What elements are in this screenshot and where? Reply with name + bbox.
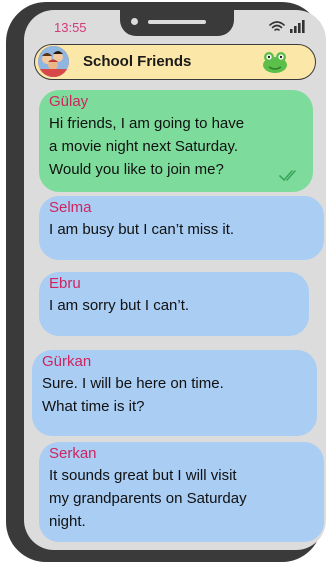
- sender-name: Gürkan: [42, 353, 92, 370]
- sender-name: Gülay: [49, 93, 89, 110]
- signal-icon: [290, 20, 305, 33]
- message-text: Sure. I will be here on time. What time …: [42, 375, 224, 415]
- sender-name: Selma: [49, 199, 92, 216]
- message-bubble-selma[interactable]: Selma I am busy but I can’t miss it.: [39, 196, 324, 260]
- message-bubble-ebru[interactable]: Ebru I am sorry but I can’t.: [39, 272, 309, 336]
- message-bubble-serkan[interactable]: Serkan It sounds great but I will visit …: [39, 442, 324, 542]
- message-bubble-gulay[interactable]: Gülay Hi friends, I am going to have a m…: [39, 90, 313, 192]
- speaker-grille: [148, 20, 206, 24]
- double-check-icon: [279, 170, 296, 182]
- status-icons: [269, 20, 305, 33]
- frog-icon: [263, 52, 287, 73]
- chat-header[interactable]: School Friends: [34, 44, 316, 80]
- group-title: School Friends: [83, 53, 192, 70]
- notch: [120, 10, 234, 36]
- message-text: I am busy but I can’t miss it.: [49, 221, 235, 238]
- status-time: 13:55: [54, 20, 87, 35]
- message-text: It sounds great but I will visit my gran…: [49, 467, 247, 530]
- wifi-icon: [269, 21, 285, 31]
- group-avatar[interactable]: [38, 46, 69, 77]
- sender-name: Ebru: [49, 275, 81, 292]
- volume-down-button: [6, 197, 13, 241]
- message-text: Hi friends, I am going to have a movie n…: [49, 115, 245, 178]
- message-bubble-gurkan[interactable]: Gürkan Sure. I will be here on time. Wha…: [32, 350, 317, 436]
- volume-up-button: [6, 142, 13, 186]
- message-text: I am sorry but I can’t.: [49, 297, 190, 314]
- phone-frame: 13:55 School Friends Gülay Hi friends, I…: [6, 2, 326, 562]
- chat-screen: 13:55 School Friends Gülay Hi friends, I…: [24, 10, 326, 550]
- sender-name: Serkan: [49, 445, 97, 462]
- camera-icon: [131, 18, 138, 25]
- group-photo-avatar-icon: [38, 46, 69, 77]
- mute-switch: [6, 100, 13, 126]
